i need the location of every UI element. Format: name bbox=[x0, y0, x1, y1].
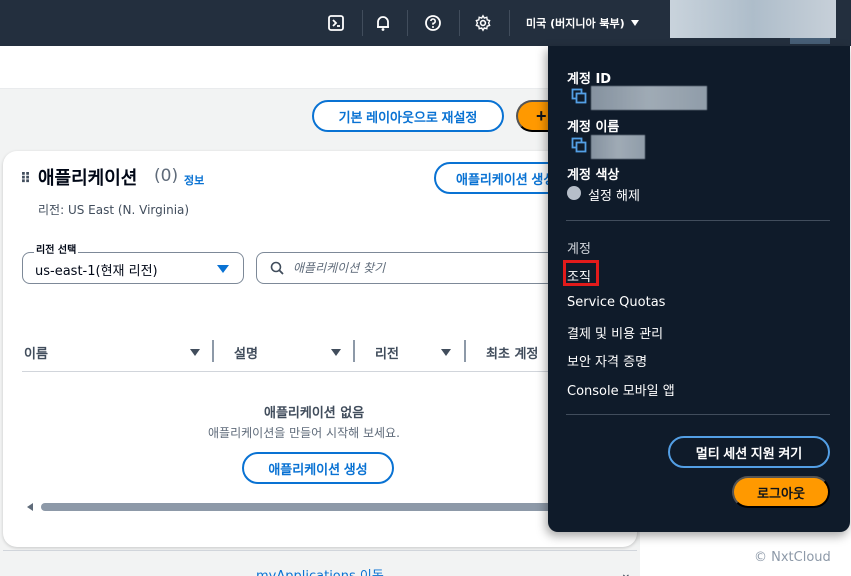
menu-item-service-quotas[interactable]: Service Quotas bbox=[567, 295, 665, 310]
column-header-first-account[interactable]: 최초 계정 bbox=[486, 343, 538, 362]
chevron-down-icon[interactable]: ⌄ bbox=[620, 566, 632, 576]
menu-item-billing[interactable]: 결제 및 비용 관리 bbox=[567, 323, 663, 342]
highlight-box bbox=[563, 260, 599, 286]
nav-separator bbox=[407, 10, 408, 36]
region-menu[interactable]: 미국 (버지니아 북부) bbox=[526, 14, 639, 32]
copy-icon[interactable] bbox=[571, 137, 587, 153]
watermark: © NxtCloud bbox=[754, 550, 831, 565]
cloudshell-icon[interactable] bbox=[324, 11, 348, 35]
caret-down-icon bbox=[217, 265, 229, 273]
account-id-label: 계정 ID bbox=[567, 72, 612, 87]
scrollbar-thumb[interactable] bbox=[41, 503, 627, 511]
horizontal-scrollbar[interactable] bbox=[27, 502, 627, 512]
application-count: (0) bbox=[154, 166, 179, 186]
table-header-divider bbox=[22, 371, 622, 372]
column-separator bbox=[353, 340, 355, 362]
sort-caret-icon[interactable] bbox=[441, 349, 451, 356]
column-separator bbox=[212, 340, 214, 362]
top-navigation: 미국 (버지니아 북부) bbox=[0, 0, 851, 46]
region-select-label: 리전 선택 bbox=[34, 241, 79, 256]
caret-down-icon bbox=[630, 20, 639, 26]
region-text: 리전: US East (N. Virginia) bbox=[38, 203, 190, 217]
empty-create-application-button[interactable]: 애플리케이션 생성 bbox=[242, 452, 394, 484]
menu-item-security-credentials[interactable]: 보안 자격 증명 bbox=[567, 351, 647, 370]
region-menu-label: 미국 (버지니아 북부) bbox=[526, 17, 625, 30]
nav-separator bbox=[459, 10, 460, 36]
account-name-label: 계정 이름 bbox=[567, 120, 620, 135]
column-header-name[interactable]: 이름 bbox=[24, 343, 48, 362]
account-name-redacted bbox=[591, 135, 645, 159]
nav-separator bbox=[362, 10, 363, 36]
column-separator bbox=[464, 340, 466, 362]
search-input[interactable] bbox=[293, 259, 543, 277]
sort-caret-icon[interactable] bbox=[190, 349, 200, 356]
application-search[interactable] bbox=[256, 252, 556, 284]
info-link[interactable]: 정보 bbox=[184, 172, 204, 188]
drag-handle-icon[interactable]: ⠿ bbox=[20, 171, 31, 187]
bell-icon[interactable] bbox=[371, 11, 395, 35]
card-footer-divider bbox=[3, 550, 637, 551]
copy-icon[interactable] bbox=[571, 88, 587, 104]
sort-caret-icon[interactable] bbox=[331, 349, 341, 356]
scroll-left-icon[interactable] bbox=[27, 503, 33, 511]
menu-item-console-mobile-app[interactable]: Console 모바일 앱 bbox=[567, 380, 675, 399]
region-select-value: us-east-1(현재 리전) bbox=[35, 264, 158, 279]
empty-state-title: 애플리케이션 없음 bbox=[264, 406, 365, 421]
color-swatch-icon bbox=[567, 186, 581, 200]
menu-divider bbox=[566, 414, 830, 415]
account-color-label: 계정 색상 bbox=[567, 168, 620, 183]
help-icon[interactable] bbox=[421, 11, 445, 35]
menu-divider bbox=[566, 220, 830, 221]
card-title: 애플리케이션 bbox=[38, 168, 138, 189]
column-header-region[interactable]: 리전 bbox=[375, 343, 399, 362]
gear-icon[interactable] bbox=[471, 11, 495, 35]
search-icon bbox=[270, 261, 284, 275]
nav-separator bbox=[509, 10, 510, 36]
account-menu-trigger[interactable] bbox=[670, 0, 836, 44]
account-name-redacted bbox=[790, 38, 830, 44]
region-select[interactable]: us-east-1(현재 리전) bbox=[22, 252, 244, 284]
logout-button[interactable]: 로그아웃 bbox=[732, 476, 830, 508]
account-id-redacted bbox=[591, 86, 707, 110]
column-header-description[interactable]: 설명 bbox=[234, 343, 258, 362]
myapplications-link[interactable]: myApplications 이동 bbox=[256, 565, 384, 576]
menu-item-account[interactable]: 계정 bbox=[567, 238, 591, 257]
empty-state-subtitle: 애플리케이션을 만들어 시작해 보세요. bbox=[208, 426, 400, 440]
multi-session-button[interactable]: 멀티 세션 지원 켜기 bbox=[668, 436, 830, 468]
reset-layout-button[interactable]: 기본 레이아웃으로 재설정 bbox=[312, 100, 504, 132]
account-color-value[interactable]: 설정 해제 bbox=[588, 185, 640, 204]
